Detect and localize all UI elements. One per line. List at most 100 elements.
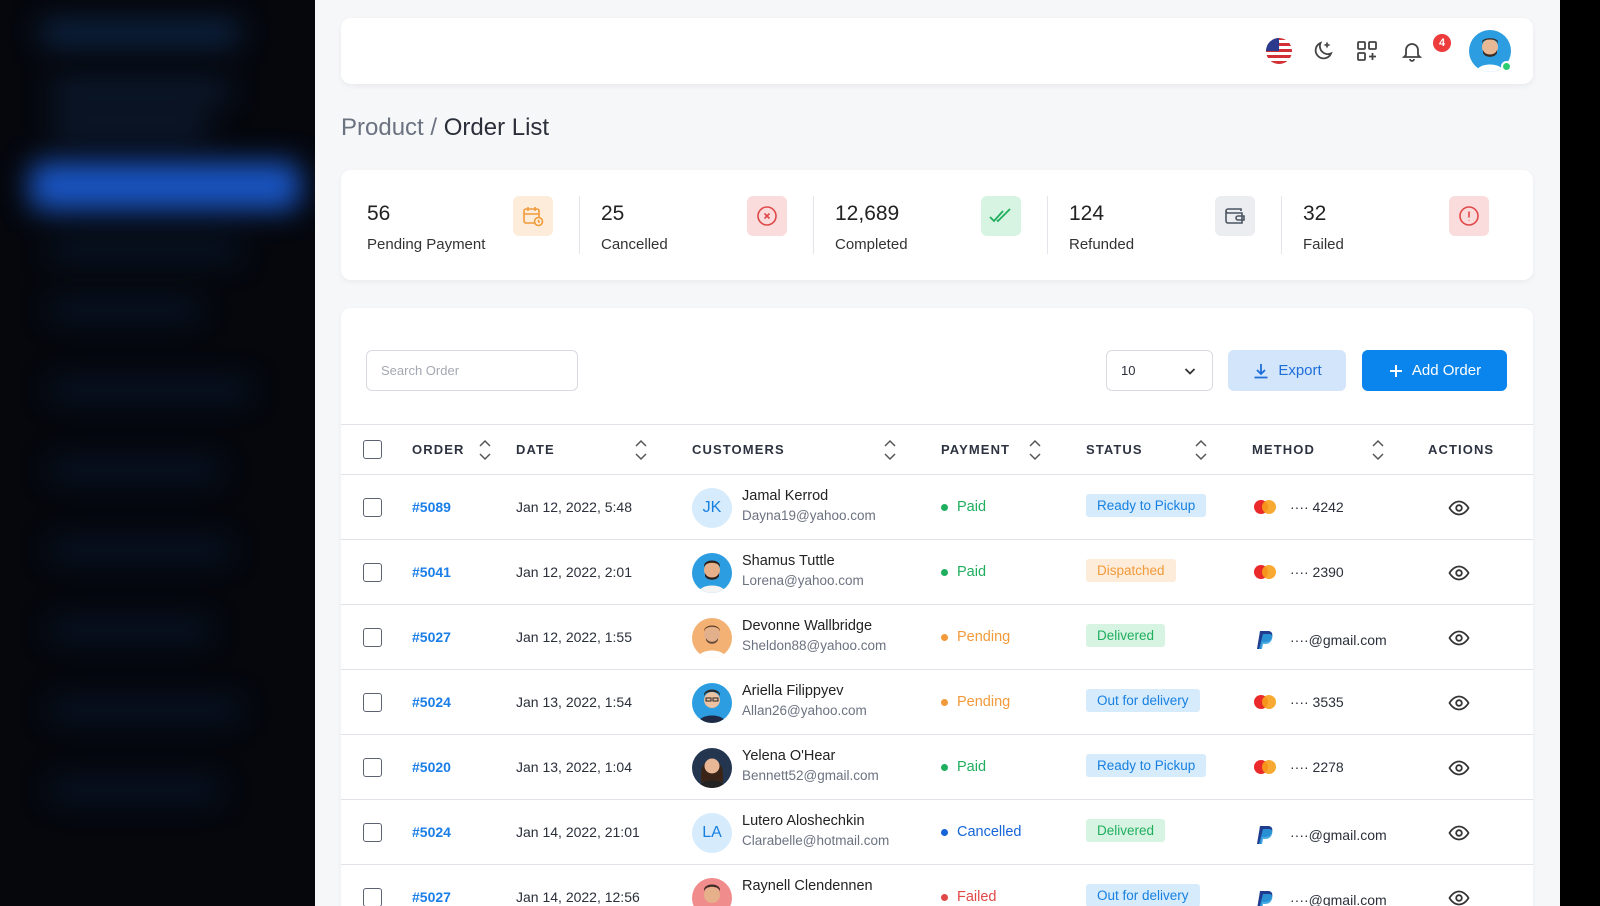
column-header-actions: ACTIONS (1428, 442, 1495, 457)
sort-icon[interactable] (478, 437, 492, 463)
sort-icon[interactable] (883, 437, 897, 463)
download-icon (1254, 363, 1268, 378)
order-id-link[interactable]: #5024 (412, 694, 451, 710)
mastercard-icon (1254, 760, 1276, 774)
order-id-link[interactable]: #5041 (412, 564, 451, 580)
status-badge: Out for delivery (1086, 884, 1200, 906)
stat-cancelled: 25 Cancelled (575, 170, 814, 280)
payment-label: Paid (957, 759, 987, 775)
customer-name: Devonne Wallbridge (742, 618, 873, 634)
method-detail: ····@gmail.com (1290, 632, 1387, 648)
wallet-icon (1215, 196, 1255, 236)
apps-grid-icon[interactable] (1351, 35, 1383, 67)
column-header-date[interactable]: DATE (516, 442, 555, 457)
customer-name: Raynell Clendennen (742, 878, 873, 894)
double-check-icon (981, 196, 1021, 236)
row-checkbox[interactable] (363, 693, 382, 712)
breadcrumb-separator: / (423, 114, 444, 141)
order-id-link[interactable]: #5027 (412, 629, 451, 645)
view-eye-icon[interactable] (1448, 757, 1470, 779)
column-header-order[interactable]: ORDER (412, 442, 464, 457)
stat-value: 32 (1303, 202, 1327, 225)
orders-table-card: 10 Export Add Order ORDER DATE CUSTOMERS… (341, 308, 1533, 906)
payment-method: ···· 2390 (1252, 564, 1344, 580)
method-detail: ····@gmail.com (1290, 892, 1387, 906)
stat-label: Cancelled (601, 236, 668, 253)
stat-value: 12,689 (835, 202, 900, 225)
page-title: Order List (443, 114, 550, 141)
order-id-link[interactable]: #5020 (412, 759, 451, 775)
mastercard-icon (1254, 695, 1276, 709)
select-all-checkbox[interactable] (363, 440, 382, 459)
breadcrumb: Product / Order List (341, 114, 549, 142)
paypal-icon (1257, 631, 1273, 649)
view-eye-icon[interactable] (1448, 692, 1470, 714)
table-row: #5041 Jan 12, 2022, 2:01 Shamus Tuttle L… (341, 540, 1533, 605)
payment-label: Paid (957, 564, 987, 580)
customer-email: Lorena@yahoo.com (742, 573, 864, 588)
bell-icon[interactable] (1396, 35, 1428, 67)
status-dot (941, 568, 948, 576)
rows-per-page-select[interactable]: 10 (1106, 350, 1213, 391)
table-row: #5027 Jan 12, 2022, 1:55 Devonne Wallbri… (341, 605, 1533, 670)
order-id-link[interactable]: #5089 (412, 499, 451, 515)
right-edge (1560, 0, 1600, 906)
stat-label: Refunded (1069, 236, 1135, 253)
search-order-input[interactable] (366, 350, 578, 391)
view-eye-icon[interactable] (1448, 822, 1470, 844)
column-header-customers[interactable]: CUSTOMERS (692, 442, 785, 457)
add-order-button[interactable]: Add Order (1362, 350, 1507, 391)
customer-avatar (692, 683, 732, 723)
view-eye-icon[interactable] (1448, 497, 1470, 519)
payment-label: Pending (957, 629, 1011, 645)
row-checkbox[interactable] (363, 628, 382, 647)
column-header-payment[interactable]: PAYMENT (941, 442, 1010, 457)
stat-label: Failed (1303, 236, 1344, 253)
row-checkbox[interactable] (363, 888, 382, 906)
sort-icon[interactable] (1194, 437, 1208, 463)
rows-per-page-value: 10 (1121, 363, 1136, 378)
view-eye-icon[interactable] (1448, 562, 1470, 584)
row-checkbox[interactable] (363, 563, 382, 582)
status-dot (941, 698, 948, 706)
stat-value: 25 (601, 202, 625, 225)
customer-avatar: JK (692, 488, 732, 528)
row-checkbox[interactable] (363, 758, 382, 777)
x-circle-icon (747, 196, 787, 236)
order-id-link[interactable]: #5027 (412, 889, 451, 905)
column-header-status[interactable]: STATUS (1086, 442, 1143, 457)
view-eye-icon[interactable] (1448, 887, 1470, 906)
payment-method: ····@gmail.com (1252, 629, 1387, 651)
moon-icon[interactable] (1307, 35, 1339, 67)
customer-name: Yelena O'Hear (742, 748, 836, 764)
customer-email: Sheldon88@yahoo.com (742, 638, 887, 653)
table-row: #5089 Jan 12, 2022, 5:48 JK Jamal Kerrod… (341, 475, 1533, 540)
sort-icon[interactable] (1371, 437, 1385, 463)
status-badge: Out for delivery (1086, 689, 1200, 712)
order-stats: 56 Pending Payment 25 Cancelled 12,689 C… (341, 170, 1533, 280)
add-order-label: Add Order (1411, 362, 1482, 379)
sort-icon[interactable] (1028, 437, 1042, 463)
order-date: Jan 14, 2022, 21:01 (516, 824, 640, 840)
notification-badge: 4 (1433, 34, 1451, 52)
order-date: Jan 14, 2022, 12:56 (516, 889, 640, 905)
customer-avatar (692, 618, 732, 658)
us-flag-icon[interactable] (1263, 35, 1295, 67)
order-date: Jan 12, 2022, 2:01 (516, 564, 632, 580)
method-detail: ····@gmail.com (1290, 827, 1387, 843)
order-id-link[interactable]: #5024 (412, 824, 451, 840)
row-checkbox[interactable] (363, 823, 382, 842)
payment-status: Cancelled (941, 824, 1022, 840)
column-header-method[interactable]: METHOD (1252, 442, 1315, 457)
top-bar: 4 (341, 18, 1533, 84)
payment-status: Paid (941, 564, 986, 580)
view-eye-icon[interactable] (1448, 627, 1470, 649)
customer-email: Clarabelle@hotmail.com (742, 833, 890, 848)
breadcrumb-parent[interactable]: Product (341, 114, 424, 141)
payment-status: Pending (941, 629, 1010, 645)
order-date: Jan 12, 2022, 5:48 (516, 499, 632, 515)
export-button[interactable]: Export (1228, 350, 1346, 391)
chevron-down-icon (1184, 367, 1196, 375)
sort-icon[interactable] (634, 437, 648, 463)
row-checkbox[interactable] (363, 498, 382, 517)
